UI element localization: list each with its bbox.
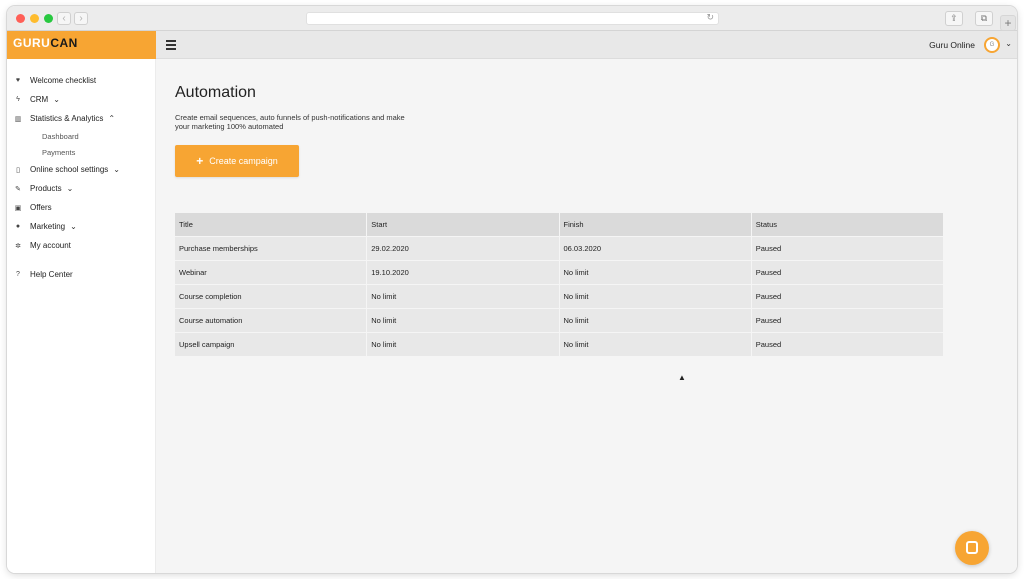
sidebar-item-label: Statistics & Analytics — [30, 114, 104, 123]
cell-title[interactable]: Course automation — [175, 309, 367, 332]
logo-text-can: CAN — [50, 36, 78, 50]
sidebar-item-products[interactable]: ✎ Products ⌄ — [7, 179, 156, 198]
cell-status: Paused — [751, 309, 943, 332]
top-header: Guru Online G ⌄ — [156, 31, 1017, 59]
new-tab-button[interactable]: + — [1000, 15, 1016, 31]
sidebar-nav: ♥ Welcome checklist ϟ CRM ⌄ ▥ Statistics… — [7, 71, 156, 284]
menu-icon[interactable] — [166, 40, 176, 52]
sidebar-subitem-dashboard[interactable]: Dashboard — [7, 128, 156, 144]
sidebar-item-label: CRM — [30, 95, 49, 104]
chat-bubble-icon: ● — [15, 223, 21, 230]
browser-titlebar: ‹ › ↻ ⇪ ⧉ + — [7, 6, 1017, 31]
cell-title[interactable]: Upsell campaign — [175, 333, 367, 356]
chevron-down-icon: ⌄ — [70, 222, 77, 231]
logo-text-guru: GURU — [13, 36, 51, 50]
sidebar-item-label: My account — [30, 241, 71, 250]
browser-window: ‹ › ↻ ⇪ ⧉ + GURUCAN ♥ Welcome checklist … — [7, 6, 1017, 573]
table-row[interactable]: Upsell campaign No limit No limit Paused — [175, 333, 943, 357]
cell-status: Paused — [751, 285, 943, 308]
pencil-icon: ✎ — [15, 185, 21, 193]
logo-text: GURUCAN — [13, 36, 78, 50]
chart-icon: ▥ — [14, 115, 22, 123]
cell-finish: 06.03.2020 — [559, 237, 751, 260]
chevron-down-icon: ⌄ — [53, 95, 60, 104]
table-header-row: Title Start Finish Status — [175, 213, 943, 237]
sidebar-item-welcome-checklist[interactable]: ♥ Welcome checklist — [7, 71, 156, 90]
phone-icon: ▯ — [16, 166, 20, 174]
sidebar-item-label: Marketing — [30, 222, 66, 231]
sidebar-item-label: Products — [30, 184, 62, 193]
question-icon: ? — [16, 271, 20, 278]
gear-icon: ✲ — [15, 242, 21, 250]
back-button[interactable]: ‹ — [57, 12, 71, 25]
sidebar-item-marketing[interactable]: ● Marketing ⌄ — [7, 217, 156, 236]
column-header-title[interactable]: Title — [175, 213, 367, 236]
cell-start: No limit — [367, 285, 559, 308]
chevron-down-icon: ⌄ — [66, 184, 74, 193]
sidebar-item-label: Welcome checklist — [30, 76, 97, 85]
sidebar-item-label: Offers — [30, 203, 52, 212]
cell-status: Paused — [751, 237, 943, 260]
cell-finish: No limit — [559, 285, 751, 308]
page-description: Create email sequences, auto funnels of … — [175, 113, 405, 131]
avatar[interactable]: G — [984, 37, 1000, 53]
chevron-down-icon[interactable]: ⌄ — [1005, 39, 1012, 48]
column-header-start[interactable]: Start — [367, 213, 559, 236]
close-window-button[interactable] — [16, 14, 25, 23]
reload-icon[interactable]: ↻ — [706, 12, 714, 23]
user-name[interactable]: Guru Online — [929, 40, 975, 50]
sidebar-item-statistics-analytics[interactable]: ▥ Statistics & Analytics ⌃ — [7, 109, 156, 128]
cell-title[interactable]: Course completion — [175, 285, 367, 308]
cell-finish: No limit — [559, 333, 751, 356]
chevron-down-icon: ⌄ — [113, 165, 120, 174]
address-bar[interactable]: ↻ — [306, 12, 719, 25]
mouse-cursor-icon: ▲ — [678, 373, 686, 382]
table-row[interactable]: Course automation No limit No limit Paus… — [175, 309, 943, 333]
cell-start: No limit — [367, 333, 559, 356]
forward-button[interactable]: › — [74, 12, 88, 25]
ticket-icon: ▣ — [14, 204, 22, 212]
create-campaign-label: Create campaign — [209, 156, 278, 166]
sidebar-item-label: Online school settings — [30, 165, 109, 174]
chevron-up-icon: ⌃ — [108, 114, 116, 123]
minimize-window-button[interactable] — [30, 14, 39, 23]
table-row[interactable]: Purchase memberships 29.02.2020 06.03.20… — [175, 237, 943, 261]
cell-status: Paused — [751, 333, 943, 356]
sidebar-item-help-center[interactable]: ? Help Center — [7, 265, 156, 284]
create-campaign-button[interactable]: + Create campaign — [175, 145, 299, 177]
main-content: Automation Create email sequences, auto … — [156, 59, 1017, 573]
cell-start: 19.10.2020 — [367, 261, 559, 284]
cell-finish: No limit — [559, 261, 751, 284]
campaigns-table: Title Start Finish Status Purchase membe… — [175, 213, 943, 357]
cell-start: No limit — [367, 309, 559, 332]
sidebar: GURUCAN ♥ Welcome checklist ϟ CRM ⌄ ▥ St… — [7, 31, 156, 573]
cell-title[interactable]: Webinar — [175, 261, 367, 284]
column-header-status[interactable]: Status — [751, 213, 943, 236]
support-chat-button[interactable] — [955, 531, 989, 565]
chat-icon — [966, 541, 978, 554]
table-row[interactable]: Course completion No limit No limit Paus… — [175, 285, 943, 309]
sidebar-item-online-school-settings[interactable]: ▯ Online school settings ⌄ — [7, 160, 156, 179]
sidebar-item-offers[interactable]: ▣ Offers — [7, 198, 156, 217]
logo[interactable]: GURUCAN — [7, 31, 156, 59]
sidebar-item-my-account[interactable]: ✲ My account — [7, 236, 156, 255]
cell-title[interactable]: Purchase memberships — [175, 237, 367, 260]
table-row[interactable]: Webinar 19.10.2020 No limit Paused — [175, 261, 943, 285]
plus-icon: + — [196, 154, 204, 168]
cell-finish: No limit — [559, 309, 751, 332]
maximize-window-button[interactable] — [44, 14, 53, 23]
bolt-icon: ϟ — [16, 96, 20, 103]
column-header-finish[interactable]: Finish — [559, 213, 751, 236]
cell-status: Paused — [751, 261, 943, 284]
page-title: Automation — [175, 84, 256, 101]
sidebar-subitem-payments[interactable]: Payments — [7, 144, 156, 160]
sidebar-item-crm[interactable]: ϟ CRM ⌄ — [7, 90, 156, 109]
heart-icon: ♥ — [15, 77, 21, 84]
share-icon[interactable]: ⇪ — [945, 11, 963, 26]
cell-start: 29.02.2020 — [367, 237, 559, 260]
tabs-overview-icon[interactable]: ⧉ — [975, 11, 993, 26]
sidebar-item-label: Help Center — [30, 270, 73, 279]
